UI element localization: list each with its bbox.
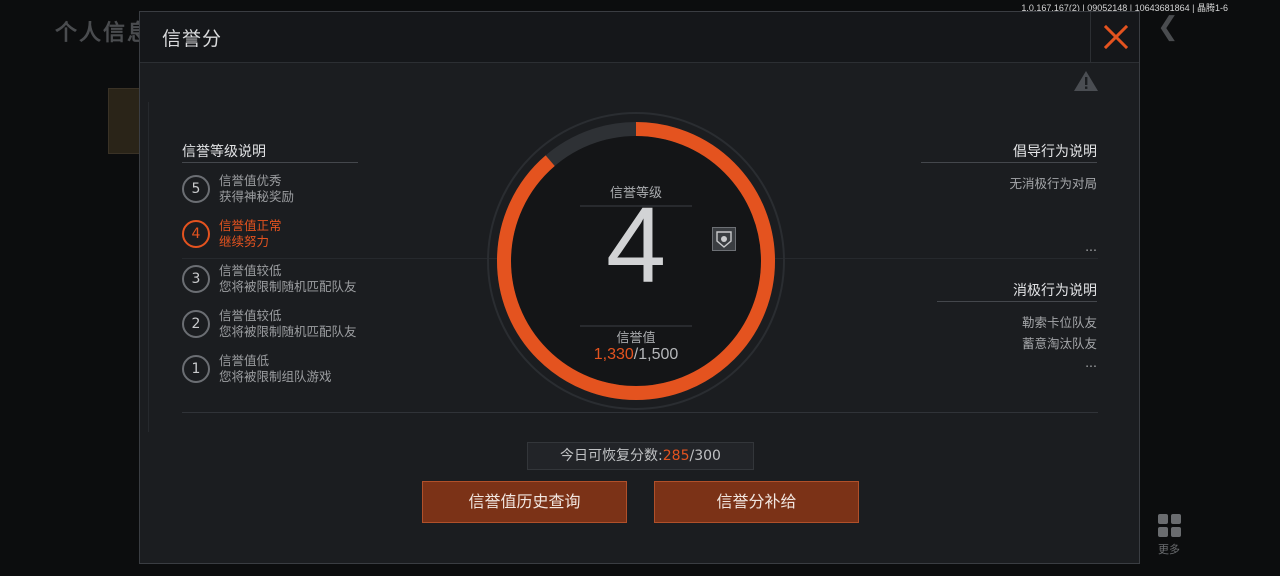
level-status: 信誉值正常 (219, 218, 282, 233)
positive-item: 无消极行为对局 (1009, 176, 1097, 191)
level-effect: 您将被限制随机匹配队友 (219, 324, 357, 339)
level-effect: 您将被限制组队游戏 (219, 369, 332, 384)
credit-score-value: 1,330/1,500 (485, 346, 787, 364)
negative-title-underline (937, 301, 1097, 302)
credit-dial: 信誉等级 4 信誉值 1,330/1,500 (485, 110, 787, 412)
recover-current: 285 (662, 448, 690, 464)
credit-score-label: 信誉值 (616, 331, 656, 346)
level-item-4: 4 信誉值正常 继续努力 (182, 218, 432, 254)
bottom-divider (182, 412, 1098, 413)
level-item-3: 3 信誉值较低 您将被限制随机匹配队友 (182, 263, 432, 299)
credit-score-max: /1,500 (633, 346, 679, 363)
level-item-1: 1 信誉值低 您将被限制组队游戏 (182, 353, 432, 389)
level-description: 信誉值较低 您将被限制随机匹配队友 (219, 308, 357, 340)
negative-more[interactable]: ... (1085, 355, 1097, 370)
level-item-2: 2 信誉值较低 您将被限制随机匹配队友 (182, 308, 432, 344)
modal-header: 信誉分 (140, 12, 1139, 63)
close-icon (1104, 25, 1128, 49)
warning-icon (1074, 71, 1098, 91)
recover-max: /300 (689, 448, 721, 464)
positive-title: 倡导行为说明 (1013, 144, 1097, 160)
level-badge: 5 (182, 175, 210, 203)
level-badge: 4 (182, 220, 210, 248)
level-badge: 3 (182, 265, 210, 293)
background-page-title: 个人信息 (55, 21, 152, 46)
recover-label: 今日可恢复分数: (560, 448, 663, 464)
positive-title-underline (921, 162, 1097, 163)
level-status: 信誉值较低 (219, 308, 282, 323)
level-effect: 您将被限制随机匹配队友 (219, 279, 357, 294)
positive-more[interactable]: ... (1085, 239, 1097, 254)
background-more-button[interactable]: 更多 (1155, 514, 1183, 557)
level-effect: 获得神秘奖励 (219, 189, 295, 204)
negative-item: 蓄意淘汰队友 (1021, 336, 1097, 351)
level-description: 信誉值较低 您将被限制随机匹配队友 (219, 263, 357, 295)
rank-badge-icon[interactable] (712, 227, 736, 251)
modal-title: 信誉分 (162, 28, 223, 50)
level-description: 信誉值优秀 获得神秘奖励 (219, 173, 294, 205)
level-effect: 继续努力 (219, 234, 270, 249)
history-query-button[interactable]: 信誉值历史查询 (422, 481, 627, 523)
background-back-icon[interactable]: ❮ (1157, 12, 1179, 42)
level-badge: 1 (182, 355, 210, 383)
negative-item: 勒索卡位队友 (1021, 315, 1097, 330)
levels-title-underline (182, 162, 358, 163)
grid-icon (1158, 514, 1183, 537)
level-item-5: 5 信誉值优秀 获得神秘奖励 (182, 173, 432, 209)
level-status: 信誉值较低 (219, 263, 282, 278)
level-status: 信誉值低 (219, 353, 270, 368)
negative-title: 消极行为说明 (1013, 283, 1097, 299)
daily-recover-info: 今日可恢复分数:285/300 (527, 442, 754, 470)
decor-line (148, 102, 149, 432)
level-description: 信誉值正常 继续努力 (219, 218, 282, 250)
credit-score-current: 1,330 (593, 346, 634, 363)
level-description: 信誉值低 您将被限制组队游戏 (219, 353, 332, 385)
more-label: 更多 (1158, 543, 1180, 556)
credit-level-value: 4 (605, 184, 667, 305)
level-badge: 2 (182, 310, 210, 338)
score-supply-button[interactable]: 信誉分补给 (654, 481, 859, 523)
credit-score-modal: 信誉分 信誉等级说明 5 信誉值优秀 获得神秘奖励 4 信誉值正常 继续努力 3 (139, 11, 1140, 564)
levels-title: 信誉等级说明 (182, 144, 266, 160)
level-status: 信誉值优秀 (219, 173, 282, 188)
close-button[interactable] (1090, 12, 1139, 62)
